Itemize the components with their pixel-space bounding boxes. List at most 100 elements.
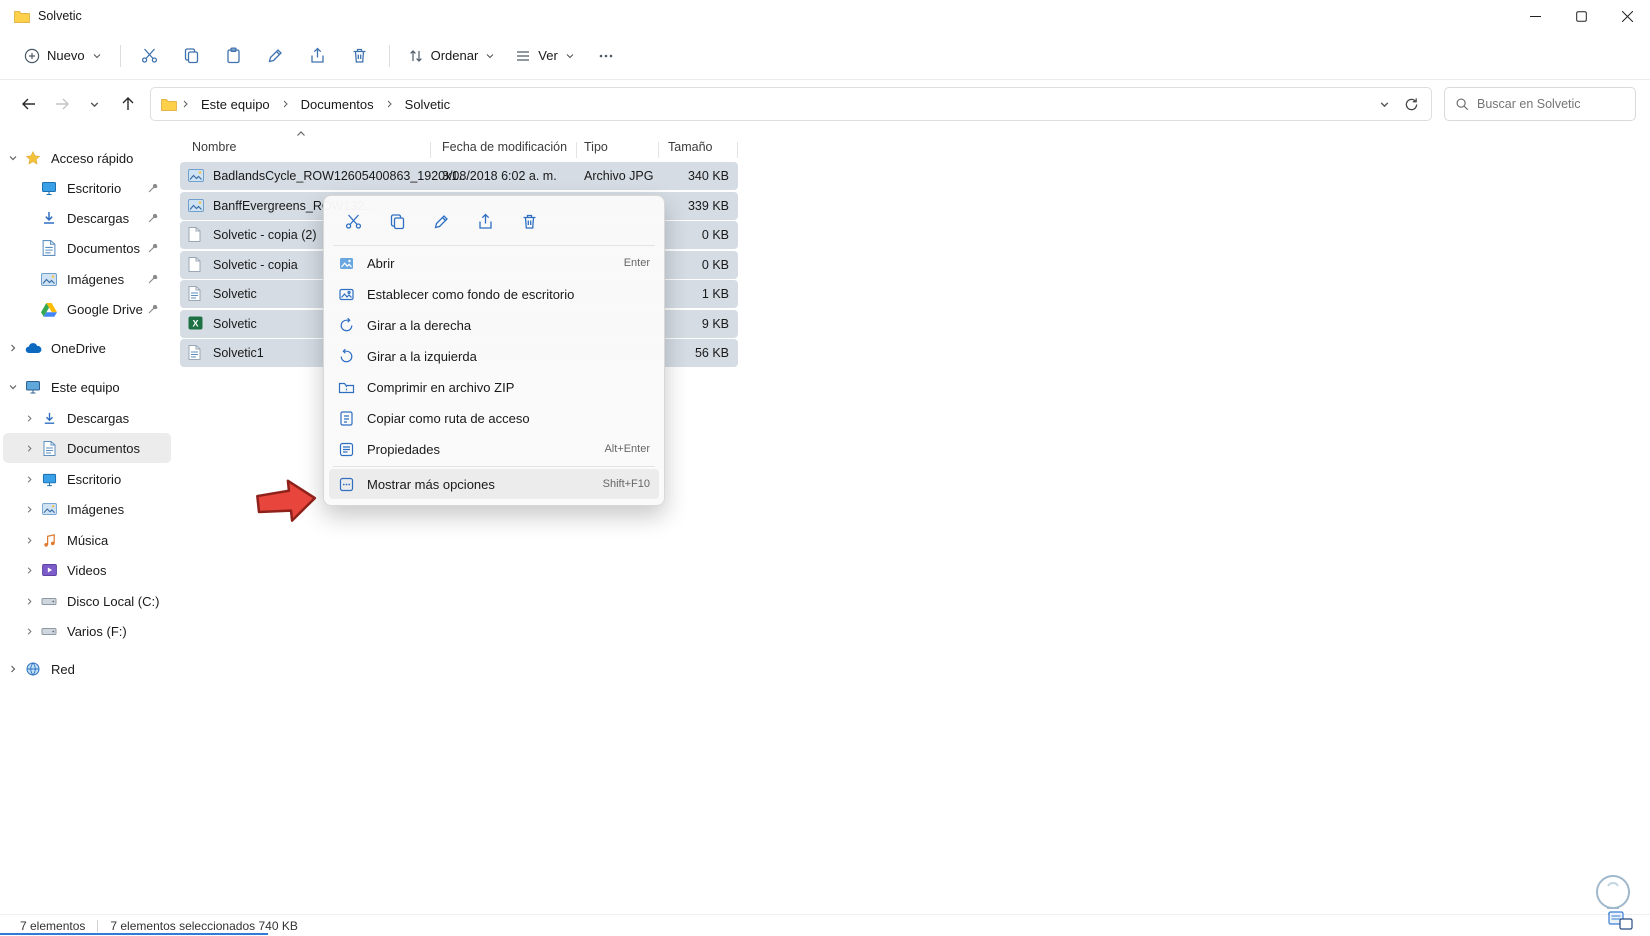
menu-item-abrir[interactable]: Abrir Enter — [329, 248, 659, 278]
download-icon — [39, 210, 59, 226]
close-button[interactable] — [1604, 0, 1650, 32]
chevron-right-icon[interactable] — [19, 536, 39, 545]
sidebar-item-imagenes-qa[interactable]: Imágenes — [3, 264, 171, 294]
file-icon — [188, 257, 201, 272]
taskbar-window-icon — [1608, 911, 1634, 931]
rotate-right-icon — [338, 317, 355, 334]
star-icon — [23, 150, 43, 166]
sidebar-item-documentos-qa[interactable]: Documentos — [3, 233, 171, 263]
refresh-icon[interactable] — [1404, 97, 1419, 112]
copy-as-path-icon — [338, 410, 355, 427]
open-photo-icon — [338, 255, 355, 272]
jpg-file-icon — [188, 169, 204, 182]
cut-icon[interactable] — [335, 206, 371, 236]
chevron-right-icon[interactable] — [19, 475, 39, 484]
chevron-right-icon[interactable] — [19, 444, 39, 453]
breadcrumb-item[interactable]: Solvetic — [398, 93, 458, 116]
breadcrumb-separator-icon — [383, 99, 396, 109]
chevron-down-icon — [92, 51, 102, 61]
sidebar-item-google-drive[interactable]: Google Drive — [3, 294, 171, 324]
toolbar-separator — [388, 44, 390, 67]
sort-ascending-chevron-icon — [296, 130, 306, 137]
pictures-icon — [39, 503, 59, 515]
menu-item-comprimir-zip[interactable]: Comprimir en archivo ZIP — [329, 372, 659, 402]
breadcrumb-item[interactable]: Este equipo — [194, 93, 277, 116]
selection-summary: 7 elementos seleccionados 740 KB — [110, 918, 298, 933]
sidebar-item-pc-musica[interactable]: Música — [3, 525, 171, 555]
sidebar-item-pc-varios-f[interactable]: Varios (F:) — [3, 616, 171, 646]
file-row[interactable]: BadlandsCycle_ROW12605400863_1920x1... 3… — [180, 162, 738, 190]
menu-item-girar-izquierda[interactable]: Girar a la izquierda — [329, 341, 659, 371]
chevron-right-icon[interactable] — [3, 343, 23, 353]
items-count: 7 elementos — [20, 918, 86, 933]
chevron-right-icon[interactable] — [19, 627, 39, 636]
share-icon[interactable] — [467, 206, 503, 236]
sidebar-item-descargas[interactable]: Descargas — [3, 203, 171, 233]
column-header-type[interactable]: Tipo — [584, 140, 608, 154]
sidebar-section-quick-access[interactable]: Acceso rápido — [3, 143, 171, 173]
sidebar-section-este-equipo[interactable]: Este equipo — [3, 372, 171, 402]
rename-icon[interactable] — [423, 206, 459, 236]
share-button[interactable] — [297, 37, 339, 75]
properties-icon — [338, 441, 355, 458]
download-icon — [39, 411, 59, 426]
menu-item-girar-derecha[interactable]: Girar a la derecha — [329, 310, 659, 340]
sidebar-section-label: Acceso rápido — [51, 150, 134, 166]
back-button[interactable] — [12, 87, 45, 121]
sidebar-item-pc-descargas[interactable]: Descargas — [3, 403, 171, 433]
status-divider — [97, 919, 99, 932]
sidebar-item-pc-documentos[interactable]: Documentos — [3, 433, 171, 463]
sidebar-section-red[interactable]: Red — [3, 654, 171, 684]
chevron-right-icon[interactable] — [19, 597, 39, 606]
sidebar-section-onedrive[interactable]: OneDrive — [3, 333, 171, 363]
chevron-right-icon[interactable] — [19, 505, 39, 514]
chevron-right-icon[interactable] — [19, 566, 39, 575]
up-button[interactable] — [111, 87, 144, 121]
search-input[interactable] — [1477, 97, 1622, 111]
minimize-button[interactable] — [1512, 0, 1558, 32]
menu-item-mostrar-mas-opciones[interactable]: Mostrar más opciones Shift+F10 — [329, 469, 659, 499]
forward-button[interactable] — [45, 87, 78, 121]
paste-button[interactable] — [213, 37, 255, 75]
column-header-date[interactable]: Fecha de modificación — [442, 140, 567, 154]
sidebar-item-pc-escritorio[interactable]: Escritorio — [3, 464, 171, 494]
chevron-down-icon[interactable] — [3, 382, 23, 392]
copy-icon[interactable] — [379, 206, 415, 236]
menu-item-copiar-ruta[interactable]: Copiar como ruta de acceso — [329, 403, 659, 433]
rename-button[interactable] — [255, 37, 297, 75]
copy-button[interactable] — [171, 37, 213, 75]
recent-locations-button[interactable] — [78, 87, 111, 121]
more-options-icon — [338, 476, 355, 493]
address-dropdown-chevron-icon[interactable] — [1379, 99, 1390, 110]
sidebar-item-escritorio[interactable]: Escritorio — [3, 173, 171, 203]
zip-folder-icon — [338, 379, 355, 396]
chevron-right-icon[interactable] — [19, 414, 39, 423]
chevron-right-icon[interactable] — [3, 664, 23, 674]
delete-icon[interactable] — [511, 206, 547, 236]
menu-separator — [333, 466, 655, 467]
sidebar-item-pc-imagenes[interactable]: Imágenes — [3, 494, 171, 524]
chevron-down-icon[interactable] — [3, 153, 23, 163]
pictures-icon — [39, 272, 59, 286]
disk-drive-icon — [39, 593, 59, 609]
breadcrumb-item[interactable]: Documentos — [294, 93, 381, 116]
new-button[interactable]: Nuevo — [14, 40, 112, 72]
more-options-button[interactable] — [585, 37, 627, 75]
menu-item-establecer-fondo[interactable]: Establecer como fondo de escritorio — [329, 279, 659, 309]
column-header-name[interactable]: Nombre — [192, 140, 236, 154]
menu-item-propiedades[interactable]: Propiedades Alt+Enter — [329, 434, 659, 464]
sidebar-item-pc-disco-local-c[interactable]: Disco Local (C:) — [3, 586, 171, 616]
sort-button[interactable]: Ordenar — [398, 40, 506, 72]
maximize-restore-button[interactable] — [1558, 0, 1604, 32]
sidebar-item-pc-videos[interactable]: Videos — [3, 555, 171, 585]
pin-icon — [147, 212, 159, 224]
column-header-size[interactable]: Tamaño — [668, 140, 712, 154]
file-icon — [188, 227, 201, 242]
sidebar: Acceso rápido Escritorio Descargas Docum… — [0, 128, 174, 914]
view-button[interactable]: Ver — [505, 40, 585, 72]
cut-button[interactable] — [129, 37, 171, 75]
address-bar[interactable]: Este equipo Documentos Solvetic — [150, 87, 1432, 121]
text-file-icon — [188, 345, 201, 360]
delete-button[interactable] — [339, 37, 381, 75]
desktop-icon — [39, 180, 59, 196]
